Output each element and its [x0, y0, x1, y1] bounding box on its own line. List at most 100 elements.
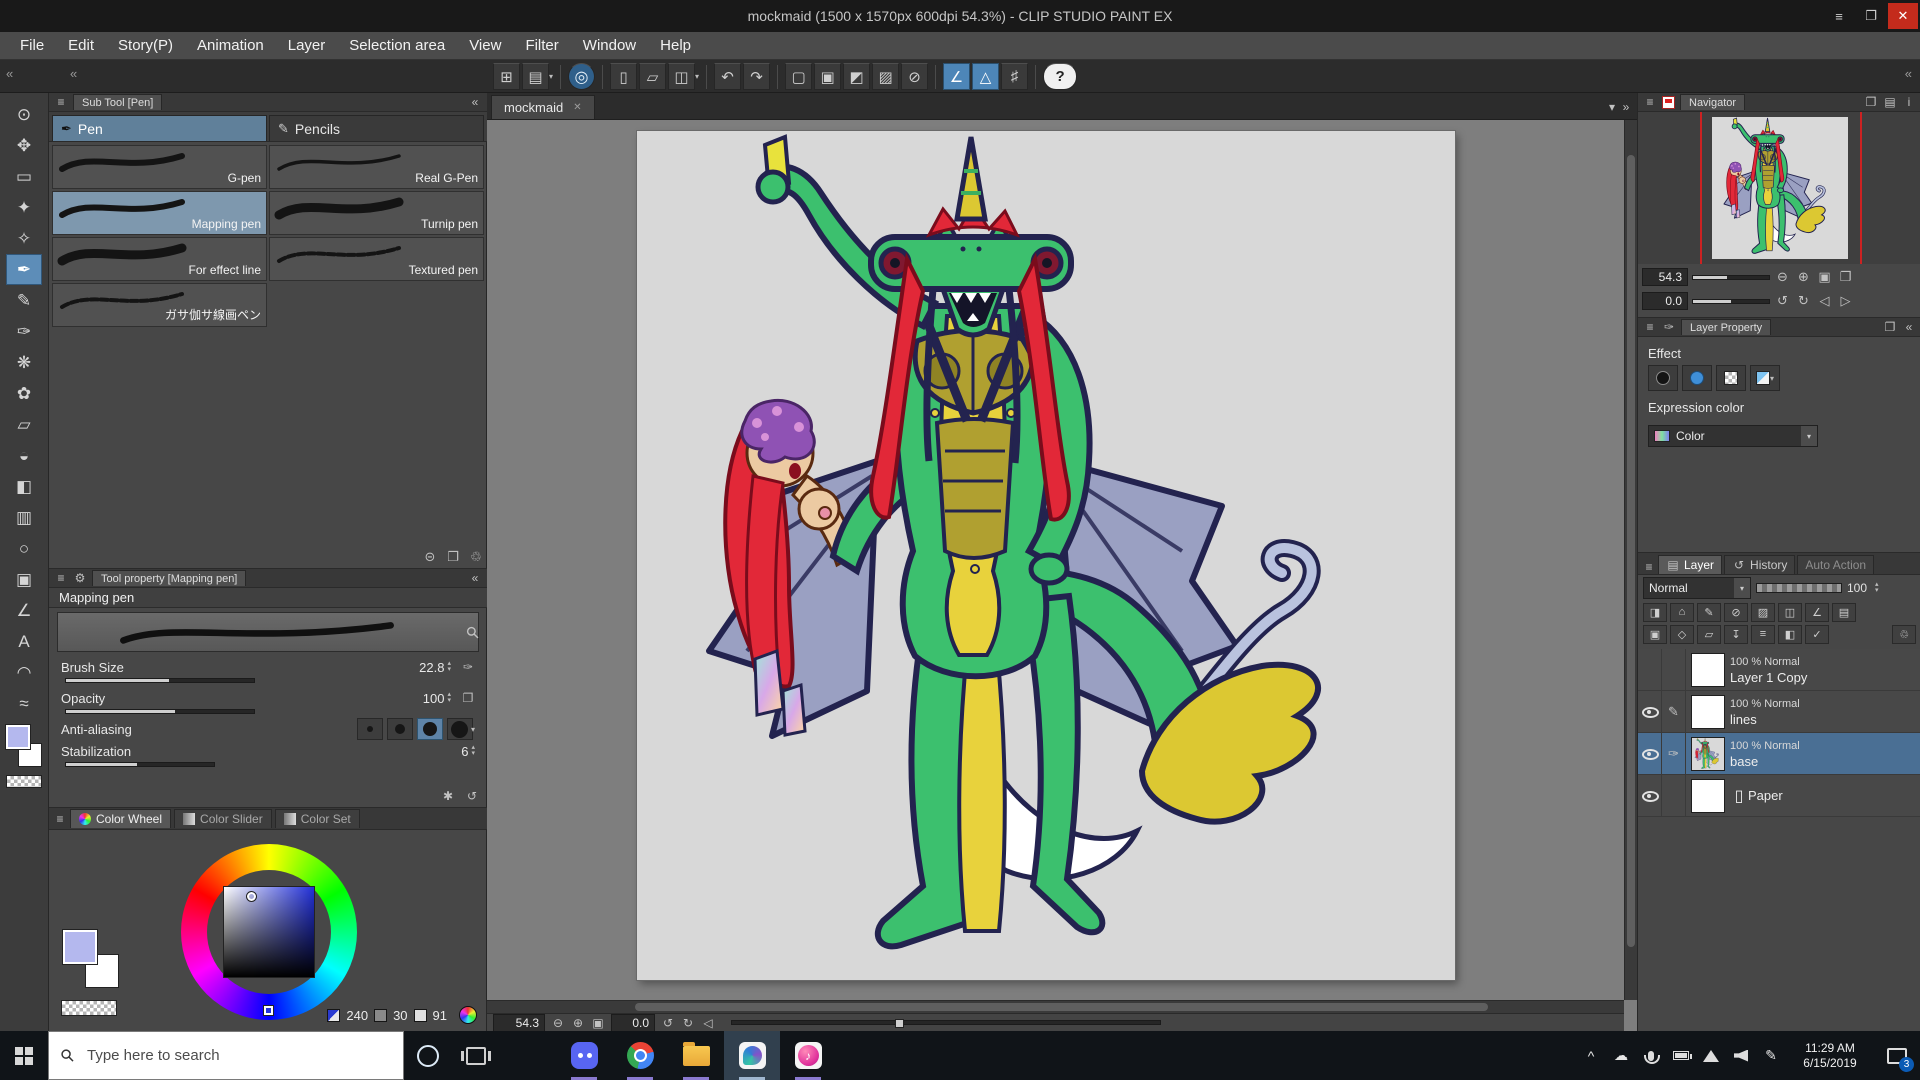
- snap-to-grid-button[interactable]: ♯: [1001, 63, 1028, 90]
- task-view-button[interactable]: [452, 1031, 500, 1080]
- border-effect-button[interactable]: [1682, 365, 1712, 391]
- fit-to-screen-icon[interactable]: ▣: [1816, 269, 1833, 285]
- maximize-button[interactable]: ❐: [1856, 3, 1886, 29]
- stabilization-value[interactable]: 6: [428, 744, 468, 759]
- opacity-stepper[interactable]: ▴▾: [447, 692, 451, 704]
- taskbar-clock[interactable]: 11:29 AM 6/15/2019: [1786, 1041, 1874, 1071]
- tone-effect-button[interactable]: [1648, 365, 1678, 391]
- opacity-unit-icon[interactable]: ❐: [461, 691, 475, 705]
- figure-tool[interactable]: ○: [6, 533, 42, 564]
- zoom-tool[interactable]: ⊙: [6, 99, 42, 130]
- information-icon[interactable]: i: [1902, 95, 1916, 109]
- layer-thumbnail[interactable]: [1691, 737, 1725, 771]
- layer-color-button[interactable]: ▾: [1750, 365, 1780, 391]
- taskbar-app-discord[interactable]: [556, 1031, 612, 1080]
- dropdown-arrow-icon[interactable]: ▾: [1801, 426, 1817, 446]
- color-space-globe-icon[interactable]: [459, 1006, 477, 1024]
- clip-to-layer-below-icon[interactable]: ◨: [1643, 603, 1667, 622]
- help-button[interactable]: ?: [1043, 63, 1077, 90]
- transfer-to-lower-layer-icon[interactable]: ↧: [1724, 625, 1748, 644]
- menu-filter[interactable]: Filter: [513, 32, 570, 60]
- menu-edit[interactable]: Edit: [56, 32, 106, 60]
- document-tab[interactable]: mockmaid ✕: [491, 95, 595, 119]
- brush-item-mapping-pen[interactable]: Mapping pen: [52, 191, 267, 235]
- visibility-eye-icon[interactable]: [1642, 788, 1657, 803]
- brush-item-gasa-pen[interactable]: ガサ伽サ線画ペン: [52, 283, 267, 327]
- reset-rotation-icon[interactable]: ◁: [701, 1016, 715, 1030]
- canvas-artwork[interactable]: [637, 131, 1455, 980]
- stabilization-slider[interactable]: [65, 762, 215, 767]
- magnifier-icon[interactable]: ⚲: [461, 621, 485, 645]
- lock-layer-icon[interactable]: ⊘: [1724, 603, 1748, 622]
- show-ruler-icon[interactable]: ∠: [1805, 603, 1829, 622]
- microphone-icon[interactable]: [1636, 1031, 1666, 1080]
- subview-icon[interactable]: ❐: [1883, 320, 1897, 334]
- collapse-panel-icon[interactable]: «: [468, 571, 482, 585]
- delete-layer-icon[interactable]: ♲: [1892, 625, 1916, 644]
- network-icon[interactable]: [1696, 1031, 1726, 1080]
- layer-thumbnail[interactable]: [1691, 695, 1725, 729]
- eraser-tool[interactable]: ▱: [6, 409, 42, 440]
- tab-layer[interactable]: ▤ Layer: [1658, 555, 1722, 574]
- new-layer-folder-icon[interactable]: ▱: [1697, 625, 1721, 644]
- dropdown-icon[interactable]: ▾: [695, 72, 699, 81]
- draft-layer-icon[interactable]: ✎: [1697, 603, 1721, 622]
- menu-help[interactable]: Help: [648, 32, 703, 60]
- pen-tool[interactable]: ✒: [6, 254, 42, 285]
- layer-opacity-stepper[interactable]: ▴▾: [1875, 582, 1879, 594]
- zoom-in-icon[interactable]: ⊕: [1795, 269, 1812, 285]
- taskbar-app-chrome[interactable]: [612, 1031, 668, 1080]
- duplicate-subtool-icon[interactable]: ❐: [446, 549, 460, 565]
- dropdown-icon[interactable]: ▾: [471, 725, 475, 734]
- panel-menu-icon[interactable]: ≡: [54, 571, 68, 585]
- window-menu-button[interactable]: ≡: [1824, 3, 1854, 29]
- vertical-scrollbar[interactable]: [1624, 120, 1637, 1000]
- layer-thumbnail[interactable]: [1691, 779, 1725, 813]
- anti-aliasing-middle-button[interactable]: [417, 718, 443, 740]
- collapse-panel-icon[interactable]: «: [468, 95, 482, 109]
- ruler-tool[interactable]: ∠: [6, 595, 42, 626]
- invert-selection-button[interactable]: ◩: [843, 63, 870, 90]
- visibility-cell[interactable]: [1638, 649, 1662, 690]
- open-file-button[interactable]: ▱: [639, 63, 666, 90]
- decoration-tool[interactable]: ✿: [6, 378, 42, 409]
- tab-color-wheel[interactable]: Color Wheel: [70, 809, 171, 828]
- new-raster-layer-icon[interactable]: ▣: [1643, 625, 1667, 644]
- navigator-zoom-value[interactable]: 54.3: [1642, 268, 1688, 286]
- close-tab-icon[interactable]: ✕: [573, 102, 581, 113]
- zoom-in-icon[interactable]: ⊕: [571, 1016, 585, 1030]
- brush-item-turnip-pen[interactable]: Turnip pen: [269, 191, 484, 235]
- stabilization-stepper[interactable]: ▴▾: [471, 745, 475, 757]
- undo-button[interactable]: ↶: [714, 63, 741, 90]
- pencil-tool[interactable]: ✎: [6, 285, 42, 316]
- navigator-zoom-slider[interactable]: [1692, 275, 1770, 280]
- saturation-value[interactable]: 30: [393, 1008, 407, 1023]
- brush-size-value[interactable]: 22.8: [404, 660, 444, 675]
- collapse-right-icon[interactable]: «: [1905, 66, 1912, 81]
- status-zoom-slider[interactable]: [731, 1020, 1161, 1025]
- flip-horizontal-icon[interactable]: ◁: [1816, 293, 1833, 309]
- anti-aliasing-weak-button[interactable]: [387, 718, 413, 740]
- rotate-left-icon[interactable]: ↺: [661, 1016, 675, 1030]
- save-file-button[interactable]: ◫: [668, 63, 695, 90]
- brush-item-real-g-pen[interactable]: Real G-Pen: [269, 145, 484, 189]
- brush-size-unit-icon[interactable]: ✑: [461, 660, 475, 674]
- opacity-value[interactable]: 100: [404, 691, 444, 706]
- lock-icon[interactable]: ⊝: [423, 549, 437, 565]
- gradient-tool[interactable]: ▥: [6, 502, 42, 533]
- move-tool[interactable]: ✥: [6, 130, 42, 161]
- snap-to-special-ruler-button[interactable]: △: [972, 63, 999, 90]
- new-file-button[interactable]: ▯: [610, 63, 637, 90]
- visibility-eye-icon[interactable]: [1642, 746, 1657, 761]
- visibility-cell[interactable]: [1638, 733, 1662, 774]
- hue-marker[interactable]: [264, 1006, 273, 1015]
- panel-menu-icon[interactable]: ≡: [1643, 95, 1657, 109]
- tab-auto-action[interactable]: Auto Action: [1797, 555, 1874, 574]
- menu-view[interactable]: View: [457, 32, 513, 60]
- text-tool[interactable]: A: [6, 626, 42, 657]
- layer-color-icon[interactable]: ▤: [1832, 603, 1856, 622]
- tab-color-slider[interactable]: Color Slider: [174, 809, 272, 828]
- clear-selection-button[interactable]: ⊘: [901, 63, 928, 90]
- navigator-preview[interactable]: [1638, 112, 1920, 264]
- visibility-cell[interactable]: [1638, 775, 1662, 816]
